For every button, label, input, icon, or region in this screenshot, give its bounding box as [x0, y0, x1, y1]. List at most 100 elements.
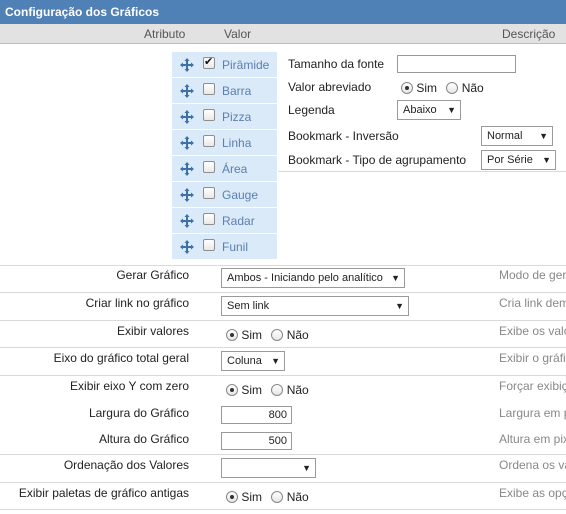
largura-input[interactable]: 800 [221, 406, 292, 424]
chevron-down-icon: ▼ [542, 155, 551, 165]
gerar-grafico-label: Gerar Gráfico [116, 268, 189, 282]
bookmark-inversion-select[interactable]: Normal ▼ [481, 126, 553, 146]
divider [0, 292, 566, 293]
chart-type-label: Barra [222, 84, 252, 98]
exibir-valores-desc: Exibe os valo [499, 324, 566, 338]
move-icon[interactable] [180, 188, 194, 202]
paletas-no-radio[interactable] [271, 491, 284, 503]
move-icon[interactable] [180, 110, 194, 124]
chart-type-item[interactable]: Radar [172, 208, 277, 234]
chart-type-checkbox[interactable] [203, 55, 215, 69]
gerar-grafico-select[interactable]: Ambos - Iniciando pelo analítico ▼ [221, 268, 405, 288]
divider [0, 454, 566, 455]
chevron-down-icon: ▼ [447, 105, 456, 115]
chart-type-checkbox[interactable] [203, 187, 215, 199]
legend-select-value: Abaixo [403, 104, 437, 116]
chart-type-list: Pirâmide Barra Pizza Linha Área Gauge Ra… [172, 52, 277, 260]
eixo-total-value: Coluna [227, 355, 262, 367]
eixo-total-desc: Exibir o gráfi [499, 351, 566, 365]
exibir-valores-yes-label: Sim [241, 328, 263, 342]
chevron-down-icon: ▼ [271, 356, 280, 366]
chevron-down-icon: ▼ [395, 301, 404, 311]
font-size-input[interactable] [397, 55, 516, 73]
chevron-down-icon: ▼ [391, 273, 400, 283]
divider [0, 347, 566, 348]
exibir-valores-no-radio[interactable] [271, 329, 284, 341]
move-icon[interactable] [180, 84, 194, 98]
paletas-yes-label: Sim [241, 490, 263, 504]
chart-type-checkbox[interactable] [203, 83, 215, 95]
abbrev-yes-label: Sim [416, 81, 438, 95]
exibir-valores-label: Exibir valores [116, 324, 189, 338]
bookmark-group-label: Bookmark - Tipo de agrupamento [288, 153, 467, 167]
ordenacao-select[interactable]: ▼ [221, 458, 316, 478]
legend-label: Legenda [288, 103, 335, 117]
chart-type-item[interactable]: Gauge [172, 182, 277, 208]
divider [0, 320, 566, 321]
paletas-radio-group: Sim Não [226, 490, 309, 504]
chart-type-item[interactable]: Área [172, 156, 277, 182]
criar-link-desc: Cria link dem [499, 296, 566, 310]
criar-link-label: Criar link no gráfico [85, 296, 189, 310]
divider [278, 171, 566, 172]
eixo-total-label: Eixo do gráfico total geral [53, 351, 189, 365]
ordenacao-label: Ordenação dos Valores [63, 458, 189, 472]
move-icon[interactable] [180, 136, 194, 150]
chart-type-item[interactable]: Funil [172, 234, 277, 260]
chart-type-checkbox[interactable] [203, 213, 215, 225]
eixo-y-radio-group: Sim Não [226, 383, 309, 397]
header-atributo: Atributo [144, 27, 186, 41]
chart-type-item[interactable]: Linha [172, 130, 277, 156]
chart-type-checkbox[interactable] [203, 109, 215, 121]
move-icon[interactable] [180, 240, 194, 254]
bookmark-group-select[interactable]: Por Série ▼ [481, 150, 556, 170]
bookmark-group-value: Por Série [487, 154, 533, 166]
gerar-grafico-desc: Modo de ger [499, 268, 566, 282]
move-icon[interactable] [180, 162, 194, 176]
largura-label: Largura do Gráfico [88, 406, 189, 420]
divider [0, 482, 566, 483]
chart-type-label: Linha [222, 136, 252, 150]
bookmark-inversion-label: Bookmark - Inversão [288, 129, 399, 143]
chart-type-label: Funil [222, 240, 249, 254]
eixo-y-yes-label: Sim [241, 383, 263, 397]
divider [0, 375, 566, 376]
eixo-y-yes-radio[interactable] [226, 384, 238, 396]
chart-type-checkbox[interactable] [203, 239, 215, 251]
column-header-row: Atributo Valor Descrição [0, 24, 566, 44]
abbrev-yes-radio[interactable] [401, 82, 413, 94]
chart-type-checkbox[interactable] [203, 135, 215, 147]
paletas-yes-radio[interactable] [226, 491, 238, 503]
chevron-down-icon: ▼ [539, 131, 548, 141]
eixo-y-no-label: Não [286, 383, 309, 397]
abbrev-no-label: Não [461, 81, 484, 95]
altura-input[interactable]: 500 [221, 432, 292, 450]
gerar-grafico-value: Ambos - Iniciando pelo analítico [227, 272, 383, 284]
legend-select[interactable]: Abaixo ▼ [397, 100, 461, 120]
header-descricao: Descrição [502, 27, 556, 41]
criar-link-select[interactable]: Sem link ▼ [221, 296, 409, 316]
move-icon[interactable] [180, 58, 194, 72]
paletas-no-label: Não [286, 490, 309, 504]
abbrev-radio-group: Sim Não [401, 81, 484, 95]
eixo-y-label: Exibir eixo Y com zero [70, 379, 189, 393]
exibir-valores-yes-radio[interactable] [226, 329, 238, 341]
chevron-down-icon: ▼ [302, 463, 311, 473]
ordenacao-desc: Ordena os va [499, 458, 566, 472]
exibir-valores-no-label: Não [286, 328, 309, 342]
altura-desc: Altura em pix [499, 432, 566, 446]
chart-type-label: Área [222, 162, 248, 176]
chart-type-item[interactable]: Pirâmide [172, 52, 277, 78]
chart-type-label: Gauge [222, 188, 259, 202]
chart-type-item[interactable]: Pizza [172, 104, 277, 130]
chart-type-item[interactable]: Barra [172, 78, 277, 104]
chart-type-checkbox[interactable] [203, 161, 215, 173]
eixo-y-no-radio[interactable] [271, 384, 284, 396]
abbrev-no-radio[interactable] [446, 82, 459, 94]
criar-link-value: Sem link [227, 300, 270, 312]
move-icon[interactable] [180, 214, 194, 228]
abbrev-label: Valor abreviado [288, 80, 372, 94]
eixo-total-select[interactable]: Coluna ▼ [221, 351, 285, 371]
chart-settings-panel: Tamanho da fonte Valor abreviado Sim Não… [280, 52, 566, 172]
chart-type-label: Pizza [222, 110, 252, 124]
